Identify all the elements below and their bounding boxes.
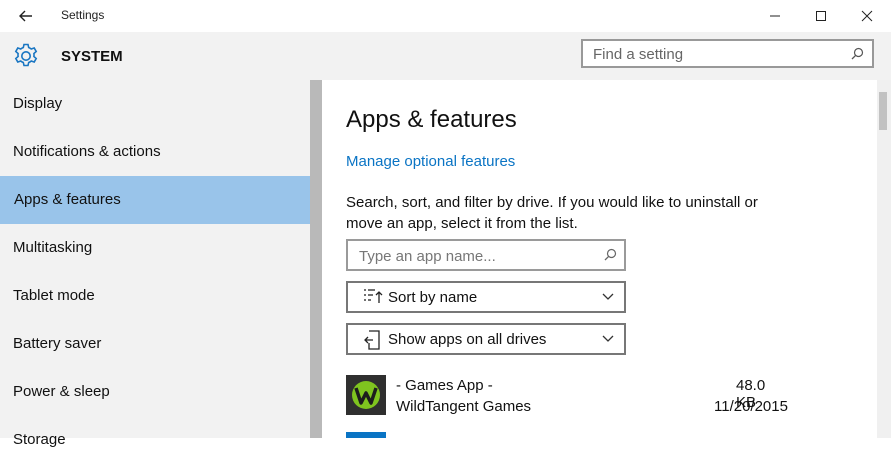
- sort-label: Sort by name: [388, 289, 478, 306]
- page-title: Apps & features: [346, 106, 517, 133]
- title-bar: Settings: [0, 0, 891, 32]
- minimize-icon: [770, 15, 780, 17]
- sidebar-item-tablet-mode[interactable]: Tablet mode: [0, 272, 310, 320]
- drive-filter-dropdown[interactable]: Show apps on all drives: [346, 323, 626, 355]
- sidebar-item-storage[interactable]: Storage: [0, 416, 310, 464]
- find-setting-input[interactable]: [591, 44, 845, 65]
- section-title: SYSTEM: [61, 48, 123, 65]
- manage-optional-features-link[interactable]: Manage optional features: [346, 153, 515, 170]
- sidebar: Display Notifications & actions Apps & f…: [0, 80, 310, 448]
- chevron-down-icon: [602, 293, 614, 300]
- search-icon: [604, 248, 617, 261]
- search-icon[interactable]: [851, 47, 864, 60]
- sidebar-item-display[interactable]: Display: [0, 80, 310, 128]
- scrollbar-thumb[interactable]: [879, 92, 887, 130]
- minimize-button[interactable]: [752, 0, 798, 32]
- sidebar-item-battery-saver[interactable]: Battery saver: [0, 320, 310, 368]
- close-button[interactable]: [844, 0, 890, 32]
- sidebar-item-power-sleep[interactable]: Power & sleep: [0, 368, 310, 416]
- settings-header: SYSTEM: [0, 32, 891, 80]
- gear-icon: [12, 42, 40, 75]
- app-name: - Games App -: [396, 377, 493, 394]
- chevron-down-icon: [602, 335, 614, 342]
- sort-dropdown[interactable]: Sort by name: [346, 281, 626, 313]
- sidebar-item-multitasking[interactable]: Multitasking: [0, 224, 310, 272]
- app-publisher: WildTangent Games: [396, 398, 532, 415]
- next-app-icon: [346, 432, 386, 438]
- app-install-date: 11/20/2015: [714, 398, 788, 415]
- app-search-input[interactable]: [357, 246, 601, 267]
- sidebar-item-apps-features[interactable]: Apps & features: [0, 176, 310, 224]
- sidebar-item-notifications[interactable]: Notifications & actions: [0, 128, 310, 176]
- drive-filter-label: Show apps on all drives: [388, 331, 547, 348]
- main-scrollbar[interactable]: [877, 80, 891, 438]
- app-list-item[interactable]: - Games App - WildTangent Games 48.0 KB …: [346, 374, 788, 422]
- window-title: Settings: [61, 8, 105, 22]
- main-content: Apps & features Manage optional features…: [322, 80, 877, 438]
- find-setting-search[interactable]: [581, 39, 874, 68]
- description-text: Search, sort, and filter by drive. If yo…: [346, 194, 758, 232]
- maximize-button[interactable]: [798, 0, 844, 32]
- sort-list-icon: [364, 289, 383, 303]
- app-search-field[interactable]: [346, 239, 626, 271]
- back-button[interactable]: [14, 6, 38, 26]
- wildtangent-app-icon: [346, 375, 386, 415]
- back-arrow-icon: [19, 10, 32, 22]
- drive-filter-icon: [364, 330, 380, 350]
- maximize-icon: [816, 11, 826, 21]
- close-icon: [861, 10, 873, 22]
- sidebar-scrollbar[interactable]: [310, 80, 322, 438]
